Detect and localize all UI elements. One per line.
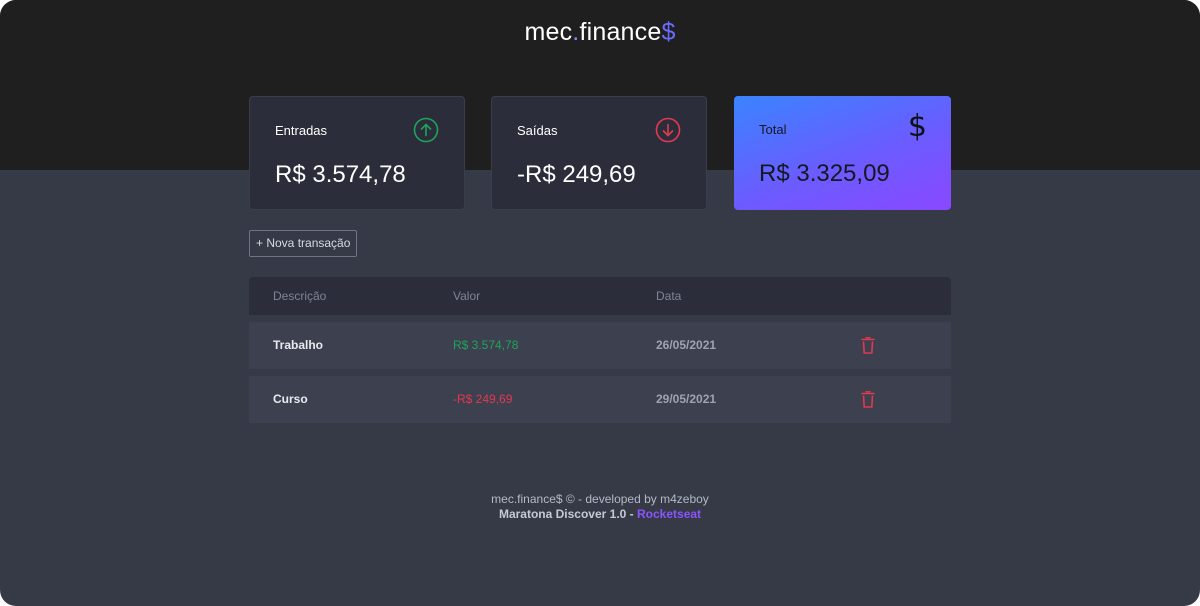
arrow-up-circle-icon (413, 117, 439, 143)
income-card-value: R$ 3.574,78 (275, 161, 406, 188)
dollar-sign-icon: $ (907, 109, 927, 144)
new-transaction-button[interactable]: + Nova transação (249, 230, 358, 257)
logo-text-mec: mec (524, 18, 573, 46)
footer-event-text: Maratona Discover 1.0 - (498, 507, 638, 521)
row-date: 29/05/2021 (656, 392, 717, 406)
table-row: Curso -R$ 249,69 29/05/2021 (249, 376, 951, 423)
footer-credits: mec.finance$ © - developed by m4zeboy (491, 492, 709, 506)
expense-card-value: -R$ 249,69 (517, 161, 636, 188)
total-card: Total $ R$ 3.325,09 (734, 96, 951, 210)
app-window: mec.finance$ Entradas R$ 3.574,78 Saídas… (0, 0, 1200, 606)
header-description: Descrição (273, 289, 327, 303)
logo-dollar: $ (661, 18, 676, 46)
row-date: 26/05/2021 (656, 338, 717, 352)
total-card-value: R$ 3.325,09 (759, 160, 890, 187)
header-amount: Valor (453, 289, 481, 303)
transactions-table: Descrição Valor Data Trabalho R$ 3.574,7… (249, 277, 951, 423)
table-header: Descrição Valor Data (249, 277, 951, 315)
arrow-down-circle-icon (655, 117, 681, 143)
summary-cards: Entradas R$ 3.574,78 Saídas -R$ 249,69 T… (249, 96, 951, 211)
rocketseat-link[interactable]: Rocketseat (637, 507, 701, 521)
row-description: Curso (273, 392, 308, 406)
trash-icon[interactable] (861, 337, 875, 354)
footer: mec.finance$ © - developed by m4zeboy Ma… (0, 492, 1200, 522)
expense-card: Saídas -R$ 249,69 (491, 96, 707, 210)
trash-icon[interactable] (861, 391, 875, 408)
income-card: Entradas R$ 3.574,78 (249, 96, 465, 210)
table-row: Trabalho R$ 3.574,78 26/05/2021 (249, 322, 951, 369)
logo-text-finance: finance (579, 18, 662, 46)
row-description: Trabalho (273, 338, 324, 352)
footer-event: Maratona Discover 1.0 - Rocketseat (0, 507, 1200, 522)
total-card-title: Total (759, 122, 787, 137)
header-date: Data (656, 289, 682, 303)
row-amount: R$ 3.574,78 (453, 338, 519, 352)
income-card-title: Entradas (275, 123, 328, 138)
row-amount: -R$ 249,69 (453, 392, 513, 406)
logo: mec.finance$ (0, 18, 1200, 47)
expense-card-title: Saídas (517, 123, 558, 138)
